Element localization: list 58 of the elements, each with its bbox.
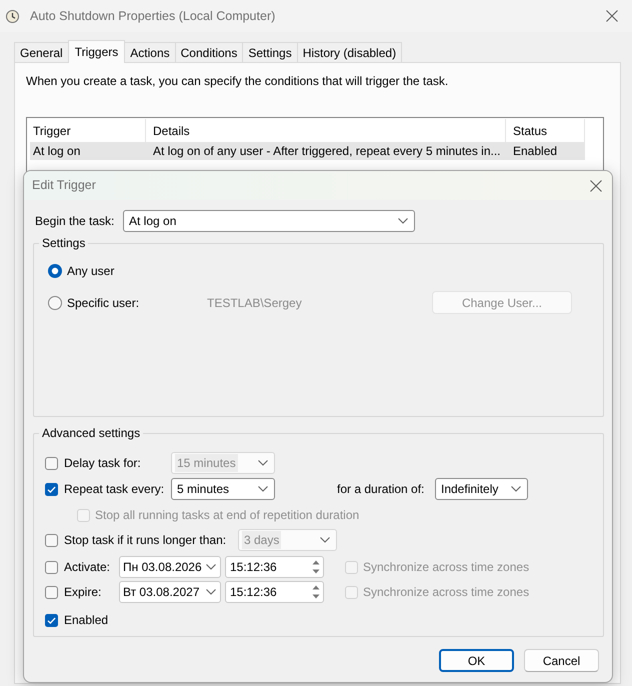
checkbox[interactable] <box>45 534 58 546</box>
table-cell-text: At log on of any user - After triggered, repeat every 5 minutes in... <box>152 143 502 160</box>
field-label: for a duration of: <box>337 481 426 498</box>
checkbox[interactable] <box>45 560 58 574</box>
up-arrow-icon[interactable] <box>312 560 320 565</box>
table-cell-text: At log on <box>32 143 82 160</box>
dialog-button[interactable]: Cancel <box>524 649 599 672</box>
close-icon[interactable] <box>590 180 602 192</box>
tab[interactable]: General <box>14 42 69 62</box>
description-text: When you create a task, you can specify the conditions that will trigger the task. <box>26 73 450 89</box>
group-title: Settings <box>41 235 86 251</box>
radio-button[interactable] <box>48 264 62 278</box>
chevron-down-icon <box>206 564 216 570</box>
checkbox-label: Synchronize across time zones <box>363 559 530 576</box>
dropdown[interactable]: 5 minutes <box>171 478 275 500</box>
checkbox-label: Expire: <box>64 584 102 601</box>
date-field[interactable]: Пн 03.08.2026 <box>119 556 221 578</box>
chevron-down-icon <box>206 589 216 595</box>
up-arrow-icon[interactable] <box>312 585 320 590</box>
window-title: Auto Shutdown Properties (Local Computer) <box>30 8 276 25</box>
time-field[interactable]: 15:12:36 <box>225 556 324 578</box>
checkbox[interactable] <box>45 614 58 626</box>
checkbox[interactable] <box>45 482 58 496</box>
close-icon[interactable] <box>606 10 618 22</box>
chevron-down-icon <box>258 486 268 492</box>
tab[interactable]: Triggers <box>68 40 126 63</box>
group-title: Advanced settings <box>41 425 142 441</box>
down-arrow-icon[interactable] <box>312 569 320 574</box>
chevron-down-icon <box>511 486 521 492</box>
date-field[interactable]: Вт 03.08.2027 <box>119 581 221 603</box>
user-name: TESTLAB\Sergey <box>207 294 303 312</box>
checkbox-label: Delay task for: <box>64 455 141 472</box>
dialog-title: Edit Trigger <box>32 177 96 194</box>
dialog-button[interactable]: OK <box>439 649 514 672</box>
field-label: Begin the task: <box>35 213 116 230</box>
checkbox-label: Synchronize across time zones <box>363 584 530 601</box>
radio-button[interactable] <box>48 296 62 310</box>
dropdown[interactable]: At log on <box>123 210 415 232</box>
radio-label: Any user <box>67 263 114 280</box>
chevron-down-icon <box>398 218 408 224</box>
checkbox[interactable] <box>45 586 58 598</box>
checkbox[interactable] <box>45 456 58 470</box>
tab[interactable]: History (disabled) <box>296 42 402 62</box>
chevron-down-icon <box>258 460 268 466</box>
radio-label: Specific user: <box>67 294 140 312</box>
down-arrow-icon[interactable] <box>312 594 320 599</box>
table-row[interactable]: At log on At log on of any user - After triggered, repeat every 5 minutes in... Enabled <box>30 142 585 160</box>
dropdown[interactable]: Indefinitely <box>435 478 528 500</box>
tab[interactable]: Settings <box>242 42 298 62</box>
checkbox-label: Stop all running tasks at end of repetition duration <box>95 507 360 524</box>
table-cell-text: Enabled <box>512 143 558 160</box>
time-field[interactable]: 15:12:36 <box>225 581 324 603</box>
clock-icon <box>6 10 19 22</box>
checkbox-label: Stop task if it runs longer than: <box>64 532 226 549</box>
checkbox-label: Repeat task every: <box>64 481 164 498</box>
checkbox-label: Enabled <box>64 612 108 629</box>
chevron-down-icon <box>320 537 330 543</box>
checkbox-label: Activate: <box>64 559 110 576</box>
